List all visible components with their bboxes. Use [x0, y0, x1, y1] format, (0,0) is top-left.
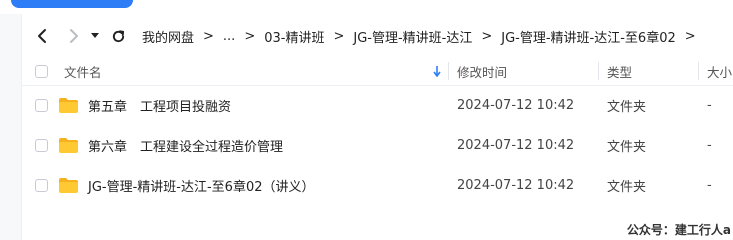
column-divider[interactable] — [448, 62, 449, 80]
column-header-type-label: 类型 — [607, 64, 633, 80]
modified-time: 2024-07-12 10:42 — [457, 97, 575, 113]
select-all-checkbox[interactable] — [35, 56, 48, 86]
sort-arrow-down-icon[interactable] — [433, 56, 441, 86]
file-type: 文件夹 — [607, 99, 647, 115]
file-name-label: 第六章 工程建设全过程造价管理 — [88, 139, 284, 155]
row-checkbox[interactable] — [35, 125, 48, 165]
refresh-button[interactable] — [106, 24, 130, 48]
refresh-icon — [112, 29, 124, 42]
column-divider[interactable] — [698, 62, 699, 80]
watermark-text: 公众号：建工行人a — [626, 223, 731, 237]
chevron-right-icon: > — [481, 28, 493, 44]
file-name[interactable]: 第六章 工程建设全过程造价管理 — [88, 125, 283, 165]
column-header-name[interactable]: 文件名 — [64, 56, 102, 86]
file-name-label: 第五章 工程项目投融资 — [88, 99, 232, 115]
row-checkbox[interactable] — [35, 165, 48, 205]
breadcrumb-item[interactable]: ... — [221, 29, 237, 44]
forward-button[interactable] — [62, 24, 86, 48]
breadcrumb-item[interactable]: 03-精讲班 — [262, 27, 326, 46]
navigation-bar: 我的网盘 > ... > 03-精讲班 > JG-管理-精讲班-达江 > JG-… — [22, 22, 733, 50]
folder-icon — [58, 85, 79, 125]
column-header-name-label: 文件名 — [64, 64, 102, 80]
breadcrumb-item-current[interactable]: JG-管理-精讲班-达江-至6章02 — [499, 27, 678, 46]
column-header-size[interactable]: 大小 — [707, 56, 732, 86]
chevron-right-icon: > — [684, 28, 696, 44]
column-header-modified[interactable]: 修改时间 — [457, 56, 507, 86]
breadcrumb-item[interactable]: JG-管理-精讲班-达江 — [351, 27, 474, 46]
file-type: 文件夹 — [607, 179, 647, 195]
folder-icon — [58, 125, 79, 165]
folder-icon — [58, 165, 79, 205]
chevron-right-icon — [70, 29, 78, 43]
file-type: 文件夹 — [607, 139, 647, 155]
chevron-right-icon: > — [244, 28, 256, 44]
chevron-right-icon: > — [333, 28, 345, 44]
table-row[interactable]: 第六章 工程建设全过程造价管理 2024-07-12 10:42 文件夹 - — [22, 125, 733, 165]
chevron-left-icon — [38, 29, 46, 43]
primary-action-button-partial[interactable] — [11, 0, 133, 8]
table-row[interactable]: 第五章 工程项目投融资 2024-07-12 10:42 文件夹 - — [22, 85, 733, 125]
sidebar — [0, 14, 22, 240]
modified-time: 2024-07-12 10:42 — [457, 177, 575, 193]
modified-time: 2024-07-12 10:42 — [457, 137, 575, 153]
file-name[interactable]: JG-管理-精讲班-达江-至6章02（讲义） — [88, 165, 315, 205]
column-header-type[interactable]: 类型 — [607, 56, 632, 86]
history-dropdown-button[interactable] — [88, 24, 102, 48]
table-row[interactable]: JG-管理-精讲班-达江-至6章02（讲义） 2024-07-12 10:42 … — [22, 165, 733, 205]
row-checkbox[interactable] — [35, 85, 48, 125]
breadcrumb: 我的网盘 > ... > 03-精讲班 > JG-管理-精讲班-达江 > JG-… — [140, 27, 703, 46]
table-header: 文件名 修改时间 类型 大小 — [22, 56, 733, 86]
chevron-right-icon: > — [203, 28, 214, 44]
back-button[interactable] — [30, 24, 54, 48]
file-size: - — [707, 177, 712, 193]
file-size: - — [707, 137, 712, 153]
file-name-label: JG-管理-精讲班-达江-至6章02（讲义） — [88, 179, 315, 195]
breadcrumb-item[interactable]: 我的网盘 — [140, 27, 196, 46]
column-divider[interactable] — [598, 62, 599, 80]
column-header-modified-label: 修改时间 — [457, 64, 508, 80]
file-size: - — [707, 97, 712, 113]
top-strip — [0, 0, 733, 14]
file-name[interactable]: 第五章 工程项目投融资 — [88, 85, 231, 125]
column-header-size-label: 大小 — [707, 64, 733, 80]
caret-down-icon — [91, 33, 99, 38]
